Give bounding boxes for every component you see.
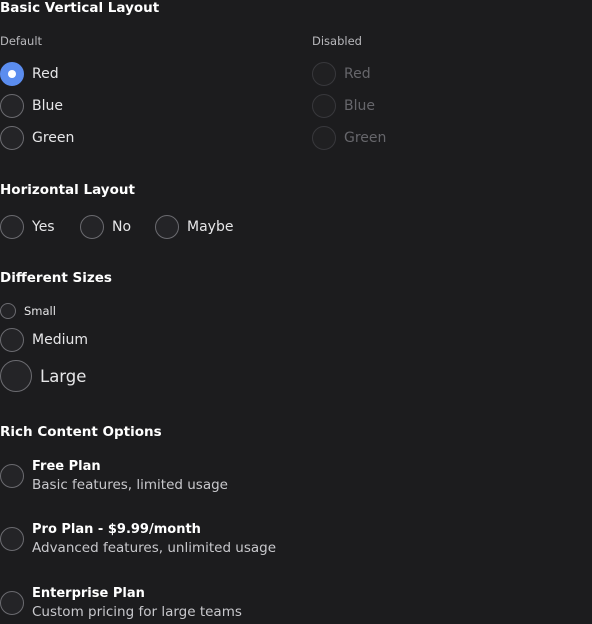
plan-description: Custom pricing for large teams — [32, 604, 242, 620]
disabled-group-label: Disabled — [312, 34, 362, 48]
radio-button[interactable] — [0, 62, 24, 86]
radio-label: Green — [344, 130, 387, 146]
radio-label: Maybe — [187, 219, 234, 235]
radio-label: Yes — [32, 219, 55, 235]
basic-vertical-layout-heading: Basic Vertical Layout — [0, 0, 160, 16]
plan-title: Pro Plan - $9.99/month — [32, 522, 201, 537]
radio-label: Red — [32, 66, 59, 82]
disabled-radio-option-red: Red — [312, 61, 371, 87]
radio-button-large[interactable] — [0, 360, 32, 392]
radio-label: Small — [24, 304, 56, 318]
radio-option-green[interactable]: Green — [0, 125, 74, 151]
radio-label: Blue — [344, 98, 375, 114]
radio-button[interactable] — [155, 215, 179, 239]
plan-option-enterprise[interactable]: Enterprise Plan Custom pricing for large… — [0, 583, 242, 623]
plan-description: Basic features, limited usage — [32, 477, 228, 493]
plan-description: Advanced features, unlimited usage — [32, 540, 277, 556]
radio-option-yes[interactable]: Yes — [0, 214, 55, 240]
plan-option-free[interactable]: Free Plan Basic features, limited usage — [0, 456, 228, 496]
radio-option-maybe[interactable]: Maybe — [155, 214, 233, 240]
radio-button[interactable] — [0, 94, 24, 118]
radio-option-red[interactable]: Red — [0, 61, 59, 87]
radio-button[interactable] — [0, 126, 24, 150]
radio-label: Red — [344, 66, 371, 82]
radio-label: No — [112, 219, 132, 235]
radio-button[interactable] — [0, 464, 24, 488]
radio-label: Blue — [32, 98, 63, 114]
radio-option-blue[interactable]: Blue — [0, 93, 63, 119]
plan-title: Enterprise Plan — [32, 586, 145, 601]
radio-option-medium[interactable]: Medium — [0, 327, 88, 353]
radio-option-no[interactable]: No — [80, 214, 131, 240]
radio-button-small[interactable] — [0, 303, 16, 319]
plan-option-pro[interactable]: Pro Plan - $9.99/month Advanced features… — [0, 519, 276, 559]
radio-button-disabled — [312, 62, 336, 86]
disabled-radio-option-blue: Blue — [312, 93, 375, 119]
radio-label: Medium — [32, 332, 88, 348]
horizontal-layout-heading: Horizontal Layout — [0, 182, 135, 198]
rich-content-options-heading: Rich Content Options — [0, 424, 162, 440]
radio-option-small[interactable]: Small — [0, 298, 56, 324]
default-group-label: Default — [0, 34, 43, 48]
plan-title: Free Plan — [32, 459, 101, 474]
radio-option-large[interactable]: Large — [0, 360, 86, 392]
different-sizes-heading: Different Sizes — [0, 270, 112, 286]
radio-label: Large — [40, 366, 87, 386]
radio-label: Green — [32, 130, 75, 146]
radio-button[interactable] — [0, 591, 24, 615]
radio-button-medium[interactable] — [0, 328, 24, 352]
radio-button-disabled — [312, 126, 336, 150]
radio-button[interactable] — [80, 215, 104, 239]
radio-button[interactable] — [0, 215, 24, 239]
radio-button[interactable] — [0, 527, 24, 551]
disabled-radio-option-green: Green — [312, 125, 386, 151]
radio-button-disabled — [312, 94, 336, 118]
